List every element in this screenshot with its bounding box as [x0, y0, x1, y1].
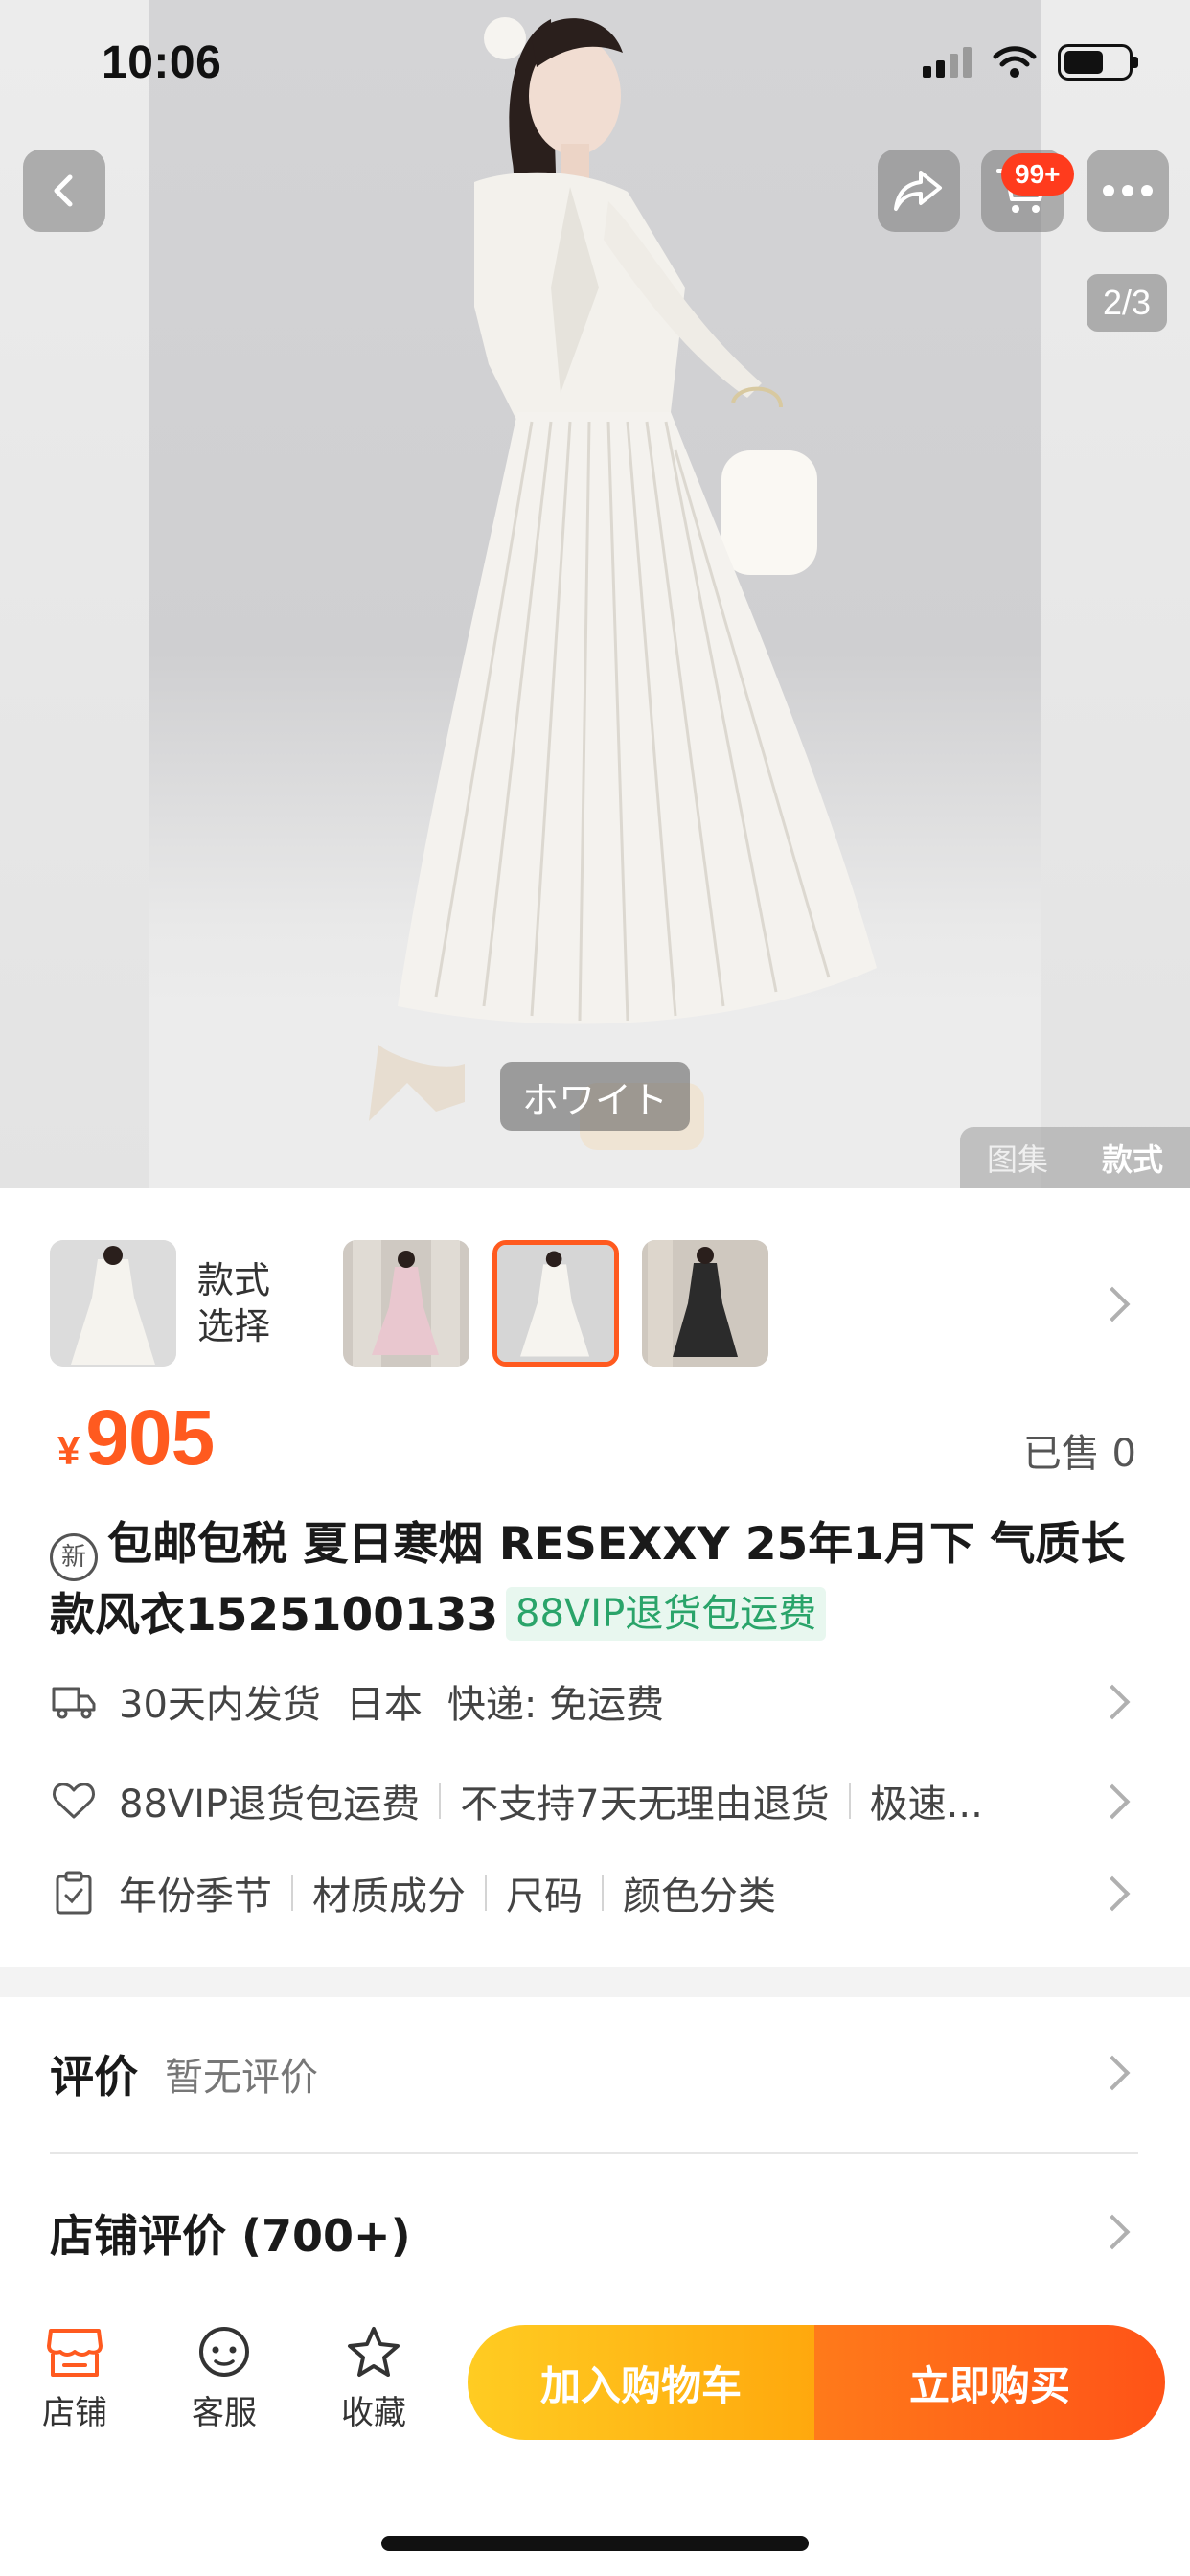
nav-favorite[interactable]: 收藏 — [326, 2325, 422, 2433]
sold-count: 已售 0 — [1022, 1432, 1136, 1476]
divider — [439, 1782, 442, 1819]
more-button[interactable] — [1087, 150, 1169, 232]
more-icon — [1103, 185, 1153, 196]
style-thumb-1[interactable] — [343, 1240, 469, 1367]
nav-service-label: 客服 — [192, 2394, 257, 2432]
star-icon — [348, 2327, 400, 2377]
gallery-page-counter: 2/3 — [1087, 274, 1167, 332]
thumb-image — [497, 1245, 614, 1362]
price-amount: 905 — [85, 1394, 215, 1482]
signal-icon — [923, 47, 972, 78]
service-fast: 极速... — [869, 1782, 983, 1827]
customer-service-icon — [199, 2327, 249, 2377]
reviews-subtitle: 暂无评价 — [165, 2056, 318, 2100]
service-no-return: 不支持7天无理由退货 — [460, 1782, 830, 1827]
service-vip: 88VIP退货包运费 — [119, 1782, 421, 1827]
status-icons — [923, 43, 1138, 81]
share-button[interactable] — [878, 150, 960, 232]
wifi-icon — [993, 46, 1037, 78]
ship-method: 快递: 免运费 — [446, 1683, 665, 1727]
share-icon — [894, 171, 942, 211]
nav-shop-label: 店铺 — [42, 2394, 107, 2432]
param-season: 年份季节 — [119, 1874, 272, 1919]
new-badge: 新 — [50, 1533, 98, 1581]
style-label-line-1: 款式 — [197, 1259, 271, 1301]
ship-origin: 日本 — [345, 1683, 423, 1727]
style-selector-label[interactable]: 款式 选择 — [197, 1257, 332, 1349]
shop-reviews-title: 店铺评价 (700+) — [50, 2210, 411, 2262]
gallery-view-tabs: 图集 款式 — [960, 1127, 1190, 1188]
cart-count-badge: 99+ — [1001, 153, 1074, 196]
shop-icon — [47, 2329, 103, 2377]
price: ¥ 905 — [57, 1393, 215, 1484]
heart-icon — [53, 1782, 95, 1819]
param-color: 颜色分类 — [623, 1874, 776, 1919]
param-size: 尺码 — [506, 1874, 583, 1919]
back-button[interactable] — [23, 150, 105, 232]
divider — [485, 1874, 487, 1911]
color-caption: ホワイト — [500, 1062, 690, 1131]
tab-gallery[interactable]: 图集 — [987, 1136, 1048, 1180]
style-selector: 款式 选择 — [50, 1238, 768, 1368]
thumb-image — [50, 1240, 176, 1367]
product-gallery[interactable]: 10:06 99+ 2/3 ホワイト 图集 款式 — [0, 0, 1190, 1188]
reviews-row[interactable]: 评价 暂无评价 — [50, 2036, 1142, 2112]
section-divider — [0, 1966, 1190, 1997]
currency-symbol: ¥ — [57, 1428, 80, 1473]
reviews-title: 评价 — [50, 2051, 138, 2103]
tab-styles[interactable]: 款式 — [1102, 1136, 1163, 1180]
status-time: 10:06 — [102, 37, 222, 88]
params-row[interactable]: 年份季节 材质成分 尺码 颜色分类 — [50, 1864, 1142, 1921]
delivery-truck-icon — [52, 1687, 96, 1719]
bottom-action-bar: 店铺 客服 收藏 加入购物车 立即购买 — [0, 2300, 1190, 2576]
divider — [291, 1874, 293, 1911]
thumb-image — [343, 1240, 469, 1367]
ship-time: 30天内发货 — [119, 1683, 321, 1727]
style-selector-chevron-icon[interactable] — [1094, 1286, 1131, 1322]
divider — [602, 1874, 604, 1911]
nav-customer-service[interactable]: 客服 — [176, 2325, 272, 2433]
home-indicator[interactable] — [381, 2536, 809, 2551]
divider — [50, 2152, 1138, 2154]
divider — [848, 1782, 851, 1819]
buy-now-button[interactable]: 立即购买 — [814, 2325, 1165, 2440]
battery-icon — [1058, 44, 1138, 80]
shop-reviews-row[interactable]: 店铺评价 (700+) — [50, 2195, 1142, 2271]
product-title: 新包邮包税 夏日寒烟 RESEXXY 25年1月下 气质长款风衣15251001… — [50, 1510, 1142, 1650]
style-thumb-3[interactable] — [642, 1240, 768, 1367]
add-to-cart-button[interactable]: 加入购物车 — [468, 2325, 814, 2440]
vip-return-tag: 88VIP退货包运费 — [506, 1587, 827, 1641]
style-thumb-main[interactable] — [50, 1240, 176, 1367]
chevron-left-icon — [54, 174, 73, 207]
nav-favorite-label: 收藏 — [341, 2394, 406, 2432]
shipping-row[interactable]: 30天内发货 日本 快递: 免运费 — [50, 1672, 1142, 1730]
clipboard-icon — [56, 1871, 92, 1915]
thumb-image — [642, 1240, 768, 1367]
param-material: 材质成分 — [312, 1874, 466, 1919]
service-row[interactable]: 88VIP退货包运费 不支持7天无理由退货 极速... — [50, 1772, 1142, 1829]
style-thumb-2-selected[interactable] — [492, 1240, 619, 1367]
style-label-line-2: 选择 — [197, 1305, 271, 1347]
nav-shop[interactable]: 店铺 — [27, 2325, 123, 2433]
